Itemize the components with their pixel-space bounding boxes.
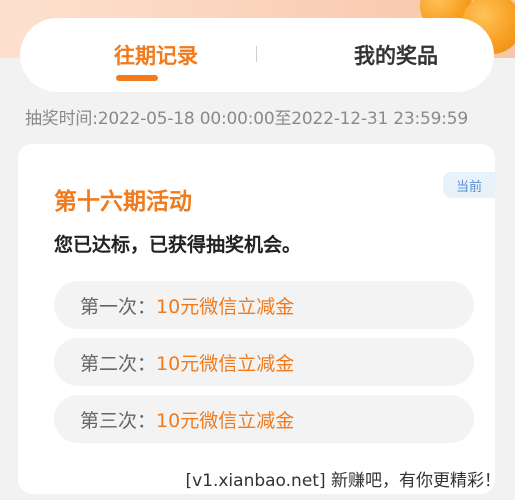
lottery-period: 抽奖时间:2022-05-18 00:00:00至2022-12-31 23:5… [25, 109, 469, 129]
prize-draw-label: 第一次： [80, 295, 157, 318]
tab-my-prizes[interactable]: 我的奖品 [296, 18, 496, 92]
prize-draw-label: 第二次： [80, 352, 157, 375]
tab-past-records[interactable]: 往期记录 [56, 18, 256, 92]
watermark-text: [v1.xianbao.net] 新赚吧，有你更精彩！ [185, 471, 501, 491]
current-badge: 当前 [443, 172, 495, 198]
prize-row[interactable]: 第二次： 10元微信立减金 [54, 338, 474, 386]
prize-value: 10元微信立减金 [156, 295, 295, 318]
activity-status: 您已达标，已获得抽奖机会。 [54, 234, 302, 256]
tab-bar: 往期记录 我的奖品 [20, 18, 494, 92]
activity-title: 第十六期活动 [54, 189, 192, 215]
prize-value: 10元微信立减金 [156, 352, 295, 375]
prize-value: 10元微信立减金 [156, 409, 295, 432]
prize-row[interactable]: 第一次： 10元微信立减金 [54, 281, 474, 329]
prize-draw-label: 第三次： [80, 409, 157, 432]
activity-card: 当前 第十六期活动 您已达标，已获得抽奖机会。 第一次： 10元微信立减金 第二… [18, 144, 495, 494]
prize-row[interactable]: 第三次： 10元微信立减金 [54, 395, 474, 443]
tab-divider [256, 46, 257, 62]
active-tab-indicator [116, 75, 158, 81]
